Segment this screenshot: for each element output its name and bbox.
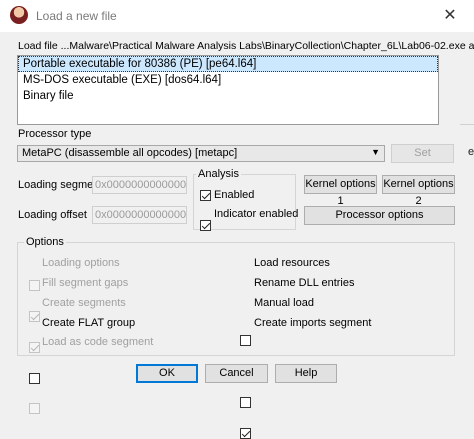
loading-segment-input[interactable]: 0x0000000000000000 <box>92 176 187 194</box>
kernel-options-2-button[interactable]: Kernel options 2 <box>382 175 455 207</box>
load-resources-label: Load resources <box>254 257 330 269</box>
indicator-enabled-label: Indicator enabled <box>214 208 299 220</box>
loading-options-checkbox[interactable] <box>29 280 40 291</box>
file-format-list[interactable]: Portable executable for 80386 (PE) [pe64… <box>17 55 439 125</box>
loading-offset-input[interactable]: 0x0000000000000000 <box>92 206 187 224</box>
load-file-label: Load file ...Malware\Practical Malware A… <box>18 40 474 52</box>
create-segments-label: Create segments <box>42 297 126 309</box>
ida-app-icon <box>10 6 28 24</box>
processor-type-select[interactable]: MetaPC (disassemble all opcodes) [metapc… <box>17 145 385 162</box>
fill-segment-gaps-checkbox[interactable] <box>29 311 40 322</box>
loading-offset-label: Loading offset <box>18 209 87 221</box>
manual-load-checkbox[interactable] <box>240 397 251 408</box>
create-flat-group-label: Create FLAT group <box>42 317 136 329</box>
ok-button[interactable]: OK <box>136 364 198 383</box>
load-resources-checkbox[interactable] <box>240 335 251 346</box>
load-as-code-segment-checkbox[interactable] <box>29 403 40 414</box>
set-button[interactable]: Set <box>391 144 454 163</box>
processor-type-label: Processor type <box>18 128 92 140</box>
window-title: Load a new file <box>36 9 117 23</box>
create-flat-group-checkbox[interactable] <box>29 373 40 384</box>
loading-segment-label: Loading segment <box>18 179 103 191</box>
help-button[interactable]: Help <box>275 364 337 383</box>
create-imports-segment-checkbox[interactable] <box>240 428 251 439</box>
analysis-title: Analysis <box>196 168 241 180</box>
close-icon[interactable]: ✕ <box>432 4 468 28</box>
chevron-down-icon: ▼ <box>371 147 380 157</box>
load-as-code-segment-label: Load as code segment <box>42 336 154 348</box>
list-item-dos64[interactable]: MS-DOS executable (EXE) [dos64.l64] <box>18 72 438 88</box>
list-item-pe64[interactable]: Portable executable for 80386 (PE) [pe64… <box>18 56 438 72</box>
enabled-checkbox[interactable] <box>200 190 211 201</box>
processor-options-button[interactable]: Processor options <box>304 206 455 225</box>
enabled-label: Enabled <box>214 189 255 201</box>
fill-segment-gaps-label: Fill segment gaps <box>42 277 129 289</box>
indicator-enabled-checkbox[interactable] <box>200 220 211 231</box>
side-divider <box>460 124 474 125</box>
processor-type-value: MetaPC (disassemble all opcodes) [metapc… <box>22 147 238 159</box>
list-item-binary[interactable]: Binary file <box>18 88 438 104</box>
kernel-options-1-button[interactable]: Kernel options 1 <box>304 175 377 207</box>
rename-dll-entries-label: Rename DLL entries <box>254 277 355 289</box>
create-segments-checkbox[interactable] <box>29 342 40 353</box>
manual-load-label: Manual load <box>254 297 314 309</box>
clipped-edge-text: em <box>468 146 474 158</box>
options-title: Options <box>24 236 66 248</box>
cancel-button[interactable]: Cancel <box>205 364 268 383</box>
create-imports-segment-label: Create imports segment <box>254 317 372 329</box>
loading-options-label: Loading options <box>42 257 120 269</box>
